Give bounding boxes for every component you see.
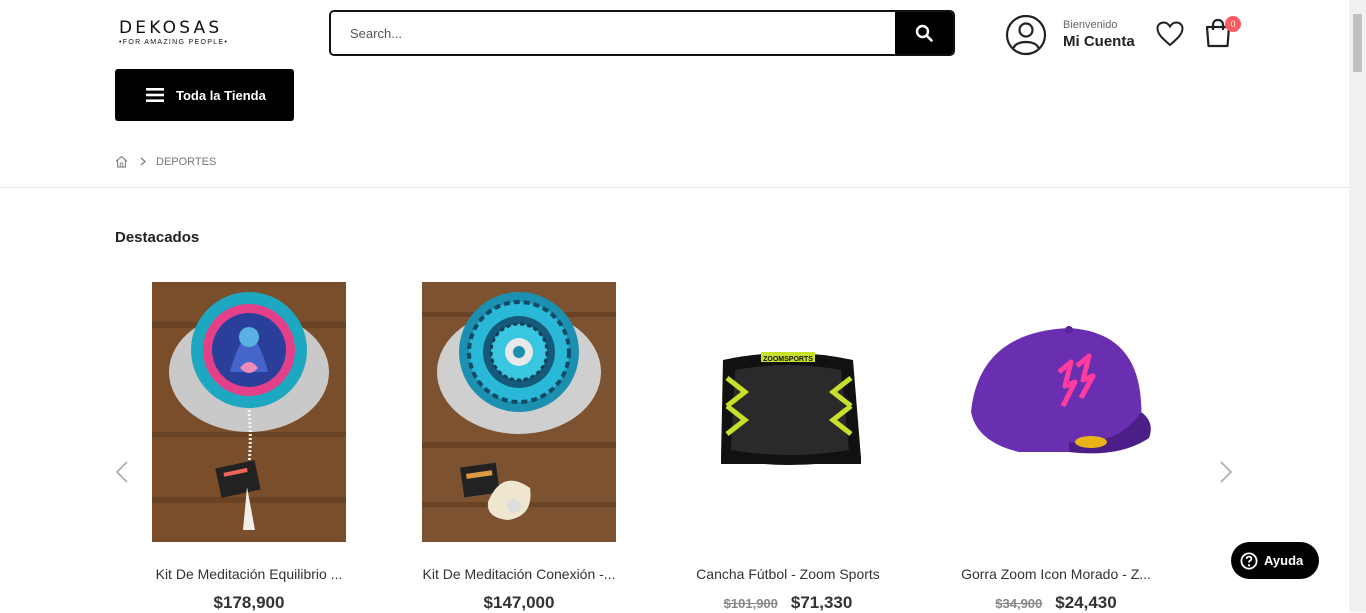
- product-price: $71,330: [790, 593, 853, 612]
- search-icon: [915, 24, 933, 42]
- product-image[interactable]: [152, 282, 346, 542]
- all-store-label: Toda la Tienda: [176, 87, 266, 103]
- product-image[interactable]: ZOOMSPORTS: [691, 282, 885, 542]
- logo-tagline: •FOR AMAZING PEOPLE•: [119, 39, 229, 46]
- breadcrumb: DEPORTES: [115, 155, 216, 168]
- product-price-row: $34,900 $24,430: [939, 593, 1173, 613]
- menu-icon: [146, 88, 164, 102]
- svg-text:ZOOMSPORTS: ZOOMSPORTS: [763, 356, 813, 363]
- product-price: $147,000: [483, 593, 555, 612]
- product-name[interactable]: Kit De Meditación Conexión -...: [402, 566, 636, 582]
- carousel-prev-button[interactable]: [114, 460, 130, 489]
- search-input[interactable]: [331, 12, 899, 54]
- product-price: $178,900: [213, 593, 285, 612]
- product-old-price: $101,900: [723, 596, 778, 611]
- chevron-right-icon: [140, 157, 146, 166]
- product-name[interactable]: Kit De Meditación Equilibrio ...: [132, 566, 366, 582]
- product-image[interactable]: [422, 282, 616, 542]
- account-text: Bienvenido Mi Cuenta: [1063, 19, 1135, 52]
- account-name: Mi Cuenta: [1063, 32, 1135, 50]
- cart-button[interactable]: 0: [1204, 16, 1241, 53]
- account-welcome: Bienvenido: [1063, 18, 1118, 31]
- product-price: $24,430: [1055, 593, 1117, 612]
- all-store-button[interactable]: Toda la Tienda: [115, 69, 294, 121]
- account-link[interactable]: Bienvenido Mi Cuenta: [1005, 14, 1135, 56]
- logo[interactable]: DEKOSAS •FOR AMAZING PEOPLE•: [119, 19, 239, 49]
- product-price-row: $178,900: [132, 593, 366, 613]
- product-price-row: $147,000: [402, 593, 636, 613]
- product-image[interactable]: [959, 282, 1153, 542]
- product-name[interactable]: Gorra Zoom Icon Morado - Z...: [939, 566, 1173, 582]
- chevron-right-icon: [1220, 461, 1233, 483]
- help-icon: [1240, 552, 1258, 569]
- scrollbar-thumb[interactable]: [1353, 14, 1362, 72]
- product-price-row: $101,900 $71,330: [671, 593, 905, 613]
- carousel-next-button[interactable]: [1218, 460, 1234, 489]
- home-icon[interactable]: [115, 155, 128, 168]
- help-label: Ayuda: [1264, 553, 1304, 568]
- section-title: Destacados: [115, 229, 200, 246]
- search-button[interactable]: [895, 12, 953, 54]
- search-bar: [329, 10, 955, 56]
- logo-wordmark: DEKOSAS: [119, 18, 223, 38]
- wishlist-button[interactable]: [1156, 21, 1184, 52]
- account-icon: [1005, 14, 1047, 56]
- cart-count-badge: 0: [1225, 16, 1241, 32]
- breadcrumb-current[interactable]: DEPORTES: [156, 156, 216, 168]
- heart-icon: [1156, 21, 1184, 47]
- product-name[interactable]: Cancha Fútbol - Zoom Sports: [671, 566, 905, 582]
- divider: [0, 187, 1349, 188]
- product-old-price: $34,900: [995, 596, 1043, 611]
- page-scrollbar[interactable]: [1349, 0, 1366, 612]
- chevron-left-icon: [115, 461, 128, 483]
- help-button[interactable]: Ayuda: [1231, 542, 1319, 579]
